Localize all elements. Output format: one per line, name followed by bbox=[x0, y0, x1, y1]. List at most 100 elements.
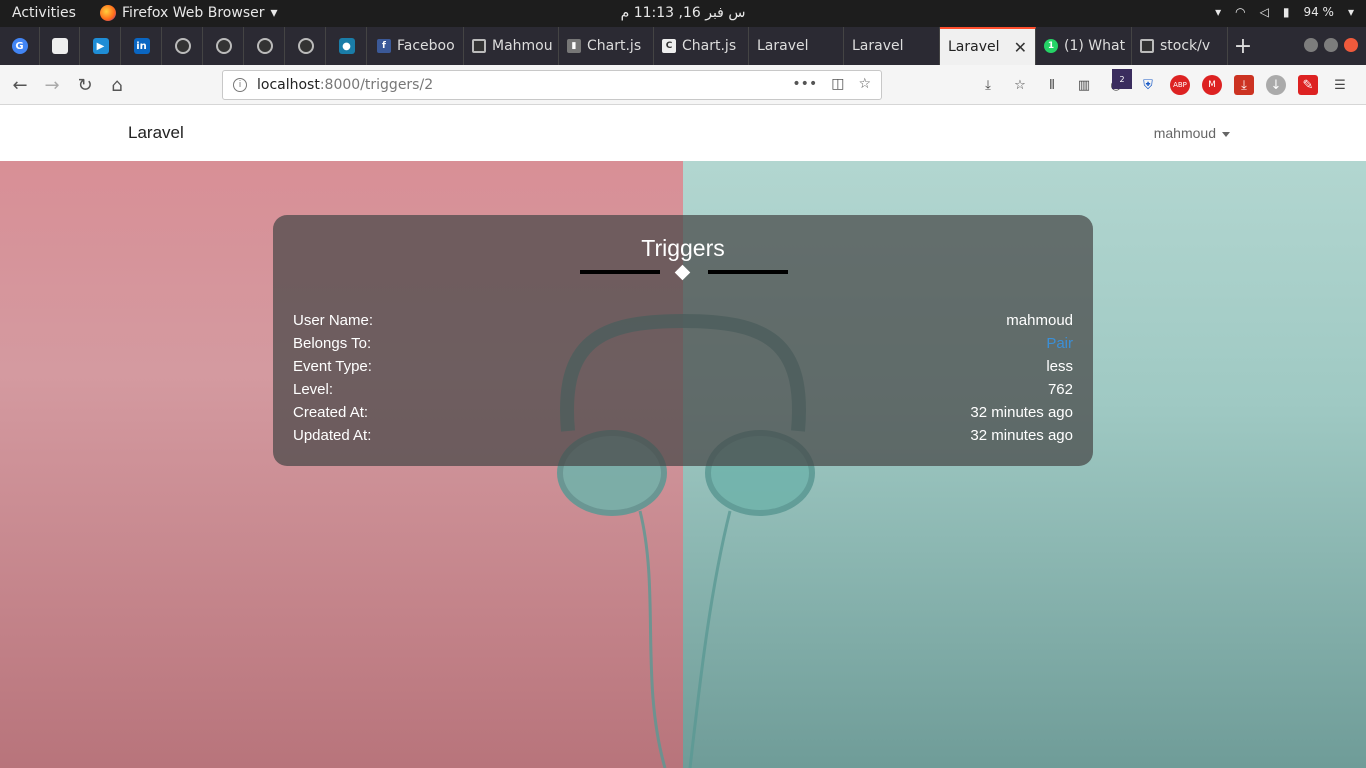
pinned-tab[interactable] bbox=[163, 27, 203, 65]
minimize-button[interactable] bbox=[1304, 38, 1318, 52]
tab[interactable]: Laravel bbox=[844, 27, 940, 65]
library-icon[interactable]: ⫴ bbox=[1042, 75, 1062, 95]
maximize-button[interactable] bbox=[1324, 38, 1338, 52]
user-dropdown[interactable]: mahmoud bbox=[1154, 125, 1230, 141]
extension-icon[interactable]: ◉2 bbox=[1106, 69, 1132, 95]
bookmarks-icon[interactable]: ☆ bbox=[1010, 75, 1030, 95]
detail-label: Updated At: bbox=[293, 427, 372, 444]
hamburger-menu-icon[interactable]: ☰ bbox=[1330, 75, 1350, 95]
detail-value: less bbox=[1046, 358, 1073, 375]
more-actions-icon[interactable]: ••• bbox=[792, 76, 817, 92]
github-icon bbox=[297, 38, 314, 54]
github-icon bbox=[174, 38, 191, 54]
detail-label: Belongs To: bbox=[293, 335, 372, 352]
tab-label: (1) What bbox=[1064, 38, 1126, 54]
tab[interactable]: Laravel bbox=[749, 27, 844, 65]
detail-label: Event Type: bbox=[293, 358, 372, 375]
url-path: :8000/triggers/2 bbox=[319, 77, 434, 93]
detail-label: User Name: bbox=[293, 312, 374, 329]
bookmark-star-icon[interactable]: ☆ bbox=[858, 76, 871, 92]
pinned-tab[interactable] bbox=[286, 27, 326, 65]
divider bbox=[580, 270, 660, 274]
divider bbox=[708, 270, 788, 274]
shield-icon[interactable]: ⛨ bbox=[1138, 75, 1158, 95]
card-title: Triggers bbox=[641, 235, 725, 261]
close-tab-icon[interactable]: ✕ bbox=[1014, 38, 1027, 57]
system-top-bar: Activities Firefox Web Browser ▾ س فبر 1… bbox=[0, 0, 1366, 27]
tab-label: stock/v bbox=[1160, 38, 1211, 54]
facebook-icon: f bbox=[377, 39, 391, 53]
clock[interactable]: س فبر 16, 11:13 م bbox=[0, 5, 1366, 21]
adblock-icon[interactable]: ABP bbox=[1170, 75, 1190, 95]
toolbar-icons: ⤓ ☆ ⫴ ▥ ◉2 ⛨ ABP M ⤓ ↓ ✎ ☰ bbox=[978, 69, 1350, 95]
mega-icon[interactable]: M bbox=[1202, 75, 1222, 95]
tab[interactable]: ▮ Chart.js bbox=[559, 27, 654, 65]
home-icon[interactable]: ⌂ bbox=[107, 75, 127, 96]
tab[interactable]: 1 (1) What bbox=[1036, 27, 1132, 65]
window-controls bbox=[1304, 38, 1358, 52]
pinned-tab[interactable]: ▶ bbox=[81, 27, 121, 65]
tab[interactable]: stock/v bbox=[1132, 27, 1228, 65]
pinned-tab[interactable]: ● bbox=[327, 27, 367, 65]
pinned-tab[interactable]: G bbox=[0, 27, 40, 65]
save-icon[interactable]: ⤓ bbox=[1234, 75, 1254, 95]
page-content: Laravel mahmoud Triggers User Name: mahm… bbox=[0, 105, 1366, 768]
pair-link[interactable]: Pair bbox=[1046, 335, 1073, 352]
battery-level: 94 % bbox=[1303, 5, 1334, 19]
brand-link[interactable]: Laravel bbox=[128, 123, 184, 143]
tab-label: Laravel bbox=[948, 39, 1000, 55]
tab-label: Laravel bbox=[852, 38, 904, 54]
c-icon: C bbox=[662, 39, 676, 53]
chevron-down-icon bbox=[1222, 131, 1230, 137]
github-icon bbox=[256, 38, 273, 54]
pinned-tab[interactable] bbox=[204, 27, 244, 65]
tab-active[interactable]: Laravel ✕ bbox=[940, 27, 1036, 65]
chevron-down-icon: ▾ bbox=[1215, 5, 1222, 19]
detail-row: Created At: 32 minutes ago bbox=[293, 404, 1073, 426]
github-icon bbox=[472, 39, 486, 53]
pinned-tab[interactable] bbox=[245, 27, 285, 65]
github-icon bbox=[215, 38, 232, 54]
download-helper-icon[interactable]: ↓ bbox=[1266, 75, 1286, 95]
tab[interactable]: C Chart.js bbox=[654, 27, 749, 65]
detail-row: Event Type: less bbox=[293, 358, 1073, 380]
diamond-icon bbox=[674, 264, 691, 281]
detail-value: mahmoud bbox=[1006, 312, 1073, 329]
linkedin-icon: in bbox=[133, 38, 150, 54]
forward-button[interactable]: → bbox=[42, 75, 62, 96]
tab-label: Laravel bbox=[757, 38, 809, 54]
detail-label: Created At: bbox=[293, 404, 369, 421]
pinned-tab[interactable]: in bbox=[122, 27, 162, 65]
tab-label: Faceboo bbox=[397, 38, 455, 54]
download-icon[interactable]: ⤓ bbox=[978, 75, 998, 95]
pdf-icon[interactable]: ✎ bbox=[1298, 75, 1318, 95]
detail-row: User Name: mahmoud bbox=[293, 312, 1073, 334]
whatsapp-icon: 1 bbox=[1044, 39, 1058, 53]
extension-badge: 2 bbox=[1112, 69, 1132, 89]
info-icon[interactable]: i bbox=[233, 78, 247, 92]
user-name: mahmoud bbox=[1153, 125, 1216, 141]
sidebar-icon[interactable]: ▥ bbox=[1074, 75, 1094, 95]
tab[interactable]: Mahmou bbox=[464, 27, 559, 65]
system-tray[interactable]: ▾ ◠ ◁ ▮ 94 % ▾ bbox=[1215, 5, 1354, 19]
detail-value: 32 minutes ago bbox=[970, 427, 1073, 444]
detail-label: Level: bbox=[293, 381, 334, 398]
tab-label: Mahmou bbox=[492, 38, 553, 54]
tab-label: Chart.js bbox=[587, 38, 642, 54]
volume-icon: ◁ bbox=[1259, 5, 1269, 19]
url-bar[interactable]: i localhost:8000/triggers/2 ••• ◫ ☆ bbox=[222, 70, 882, 100]
battery-icon: ▮ bbox=[1282, 5, 1290, 19]
chevron-down-icon: ▾ bbox=[1347, 5, 1354, 19]
back-button[interactable]: ← bbox=[10, 75, 30, 96]
close-window-button[interactable] bbox=[1344, 38, 1358, 52]
new-tab-button[interactable]: + bbox=[1232, 27, 1254, 65]
reload-button[interactable]: ↻ bbox=[75, 75, 95, 96]
pinned-tab[interactable] bbox=[40, 27, 80, 65]
pocket-icon[interactable]: ◫ bbox=[831, 76, 844, 92]
detail-row: Belongs To: Pair bbox=[293, 335, 1073, 357]
tab[interactable]: f Faceboo bbox=[369, 27, 464, 65]
chartjs-icon: ▮ bbox=[567, 39, 581, 53]
navigation-toolbar: ← → ↻ ⌂ i localhost:8000/triggers/2 ••• … bbox=[0, 65, 1366, 105]
tab-strip: G ▶ in ● f Faceboo Mahmou ▮ Chart.js C C… bbox=[0, 27, 1366, 65]
detail-row: Level: 762 bbox=[293, 381, 1073, 403]
